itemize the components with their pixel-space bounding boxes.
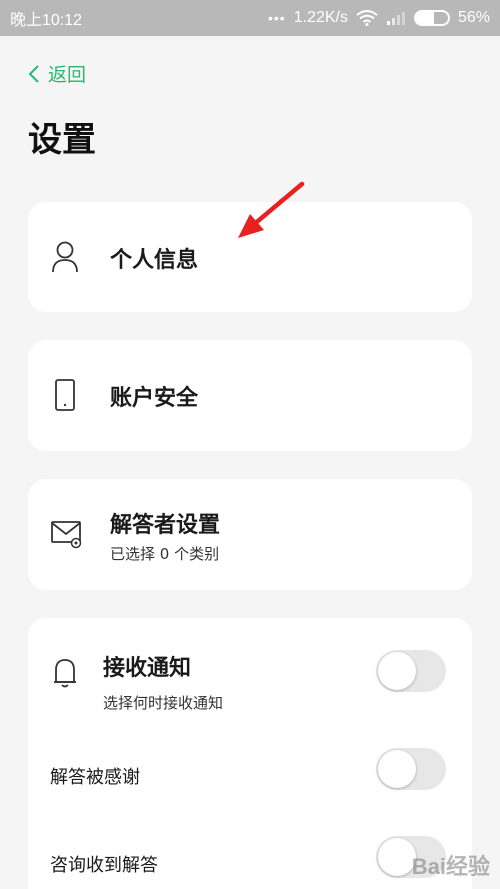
notifications-label: 接收通知 [103,656,192,681]
notifications-card: 接收通知 选择何时接收通知 解答被感谢 咨询收到解答 [28,618,472,889]
toggle-knob [378,750,416,788]
back-button[interactable]: 返回 [28,60,86,87]
mail-settings-icon [51,521,82,549]
chevron-left-icon [28,64,39,83]
person-icon [52,241,78,273]
toggle-knob [378,838,416,876]
more-dots-icon: ••• [267,10,286,26]
status-bar: 晚上10:12 ••• 1.22K/s 56% [0,0,500,36]
signal-icon [386,12,405,25]
account-security-card[interactable]: 账户安全 [28,340,472,451]
answer-received-label: 咨询收到解答 [50,855,158,876]
wifi-icon [356,10,378,26]
notifications-subtitle: 选择何时接收通知 [103,694,224,712]
notifications-toggle[interactable] [376,650,446,692]
annotation-arrow-icon [238,181,305,238]
network-speed: 1.22K/s [293,9,348,26]
battery-icon [413,10,450,26]
account-security-label: 账户安全 [110,386,199,411]
status-time: 晚上10:12 [10,12,83,29]
thanked-label: 解答被感谢 [50,767,140,788]
thanked-toggle[interactable] [376,748,446,790]
page-title: 设置 [28,120,96,160]
watermark-logo: Bai经验 [411,854,490,879]
answerer-settings-subtitle: 已选择 0 个类别 [110,545,220,563]
toggle-knob [378,652,416,690]
answerer-settings-card[interactable]: 解答者设置 已选择 0 个类别 [28,479,472,590]
phone-icon [55,379,75,411]
battery-percent: 56% [457,9,490,26]
personal-info-label: 个人信息 [110,248,199,273]
bell-icon [54,659,76,688]
status-indicators: ••• 1.22K/s 56% [268,9,490,27]
battery-fill [415,12,434,24]
answerer-settings-label: 解答者设置 [110,513,221,538]
back-label: 返回 [48,64,87,86]
